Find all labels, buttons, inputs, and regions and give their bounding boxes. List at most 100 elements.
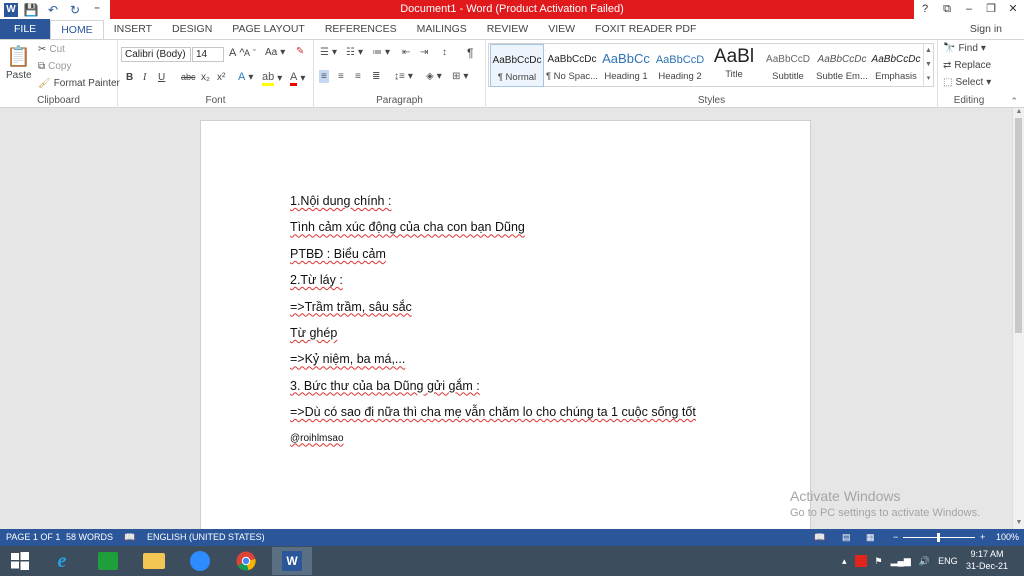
language-indicator[interactable]: ENGLISH (UNITED STATES) [147, 529, 265, 546]
font-size-dropdown[interactable]: 14 [192, 47, 224, 62]
style-heading-2[interactable]: AaBbCcD Heading 2 [653, 44, 707, 87]
style-normal[interactable]: AaBbCcDc ¶ Normal [490, 44, 544, 87]
text-effects-button[interactable]: A ▾ [238, 71, 253, 83]
cut-button[interactable]: ✂ Cut [38, 44, 65, 55]
show-hidden-icons[interactable]: ▴ [842, 556, 847, 567]
italic-button[interactable]: I [143, 72, 146, 83]
network-signal-icon[interactable]: ▂▄▆ [891, 556, 911, 567]
superscript-button[interactable]: x² [217, 72, 225, 83]
action-center-icon[interactable]: ⚑ [875, 556, 883, 567]
borders-button[interactable]: ⊞ ▾ [452, 71, 468, 82]
subscript-button[interactable]: x₂ [201, 72, 210, 83]
taskbar-zoom[interactable] [180, 547, 220, 575]
decrease-indent-button[interactable]: ⇤ [402, 47, 410, 58]
taskbar-store[interactable] [88, 547, 128, 575]
taskbar-file-explorer[interactable] [134, 547, 174, 575]
tab-home[interactable]: HOME [50, 20, 104, 39]
align-left-button[interactable]: ≡ [319, 70, 329, 83]
tab-mailings[interactable]: MAILINGS [407, 19, 477, 39]
proofing-icon[interactable]: 📖 [124, 529, 135, 546]
underline-button[interactable]: U [158, 72, 165, 83]
zoom-slider-thumb[interactable] [937, 533, 940, 542]
font-color-button[interactable]: A ▾ [290, 71, 305, 86]
sign-in-link[interactable]: Sign in [970, 19, 1002, 39]
read-mode-icon[interactable]: 📖 [814, 529, 825, 546]
minimize-button[interactable]: – [958, 0, 980, 19]
scroll-down-icon[interactable]: ▼ [1013, 519, 1024, 529]
taskbar-word[interactable]: W [272, 547, 312, 575]
tab-file[interactable]: FILE [0, 19, 51, 39]
volume-icon[interactable]: 🔊 [919, 556, 930, 567]
line-spacing-button[interactable]: ↨≡ ▾ [394, 71, 413, 82]
vertical-scrollbar[interactable]: ▲ ▼ [1012, 108, 1024, 529]
scroll-up-icon[interactable]: ▲ [1013, 108, 1024, 118]
close-button[interactable]: ✕ [1002, 0, 1024, 19]
tab-review[interactable]: REVIEW [477, 19, 538, 39]
bullets-button[interactable]: ☰ ▾ [320, 47, 337, 58]
style-emphasis[interactable]: AaBbCcDc Emphasis [869, 44, 923, 87]
copy-button[interactable]: ⧉ Copy [38, 61, 72, 72]
word-app-icon[interactable]: W [4, 2, 18, 17]
undo-icon[interactable]: ↶ [44, 2, 62, 18]
document-page[interactable]: 1.Nội dung chính : Tình cảm xúc động của… [200, 120, 811, 529]
print-layout-icon[interactable]: ▤ [842, 529, 851, 546]
taskbar-chrome[interactable] [226, 547, 266, 575]
tab-insert[interactable]: INSERT [104, 19, 162, 39]
save-icon[interactable]: 💾 [22, 2, 40, 18]
zoom-in-icon[interactable]: + [980, 529, 985, 546]
style-no-spacing[interactable]: AaBbCcDc ¶ No Spac... [545, 44, 599, 87]
increase-indent-button[interactable]: ⇥ [420, 47, 428, 58]
find-button[interactable]: 🔭 Find ▾ [943, 43, 986, 54]
tab-design[interactable]: DESIGN [162, 19, 222, 39]
sort-button[interactable]: ↕ [442, 47, 447, 58]
style-subtle-emphasis[interactable]: AaBbCcDc Subtle Em... [815, 44, 869, 87]
tab-foxit-reader-pdf[interactable]: FOXIT READER PDF [585, 19, 706, 39]
paste-button[interactable]: 📋 Paste [6, 44, 32, 81]
help-button[interactable]: ? [914, 0, 936, 19]
highlight-color-button[interactable]: ab ▾ [262, 71, 282, 86]
styles-group-label: Styles [697, 95, 726, 106]
zoom-out-icon[interactable]: − [893, 529, 898, 546]
replace-button[interactable]: ⇄ Replace [943, 60, 991, 71]
taskbar-internet-explorer[interactable]: e [42, 547, 82, 575]
align-center-button[interactable]: ≡ [338, 71, 344, 82]
grow-font-button[interactable]: A ^ [229, 47, 245, 59]
select-button[interactable]: ⬚ Select ▾ [943, 77, 991, 88]
tab-view[interactable]: VIEW [538, 19, 585, 39]
change-case-button[interactable]: Aa ▾ [265, 47, 285, 58]
numbering-button[interactable]: ☷ ▾ [346, 47, 363, 58]
style-heading-1[interactable]: AaBbCc Heading 1 [599, 44, 653, 87]
word-count[interactable]: 58 WORDS [66, 529, 113, 546]
web-layout-icon[interactable]: ▦ [866, 529, 875, 546]
show-formatting-button[interactable]: ¶ [467, 46, 473, 60]
redo-icon[interactable]: ↻ [66, 2, 84, 18]
collapse-ribbon-icon[interactable]: ⌃ [1010, 96, 1018, 107]
multilevel-list-button[interactable]: ≔ ▾ [372, 47, 390, 58]
input-language[interactable]: ENG [938, 556, 958, 566]
document-canvas[interactable]: 1.Nội dung chính : Tình cảm xúc động của… [0, 108, 1012, 529]
tab-page-layout[interactable]: PAGE LAYOUT [222, 19, 315, 39]
styles-scroll-buttons[interactable]: ▲ ▼ ▾ [923, 44, 933, 87]
shading-button[interactable]: ◈ ▾ [426, 71, 442, 82]
page-count[interactable]: PAGE 1 OF 1 [6, 529, 60, 546]
bold-button[interactable]: B [126, 72, 133, 83]
zoom-level[interactable]: 100% [996, 529, 1019, 546]
font-name-dropdown[interactable]: Calibri (Body) [121, 47, 191, 62]
format-painter-button[interactable]: 🖌 Format Painter [38, 78, 120, 89]
start-button[interactable] [0, 547, 40, 575]
customize-qat-icon[interactable]: ⁼ [88, 2, 106, 18]
scrollbar-thumb[interactable] [1015, 118, 1022, 333]
justify-button[interactable]: ≣ [372, 71, 380, 82]
shrink-font-button[interactable]: Aˇ [244, 48, 256, 58]
taskbar-clock[interactable]: 9:17 AM 31-Dec-21 [966, 548, 1008, 572]
style-title[interactable]: AaBl Title [707, 44, 761, 87]
restore-button[interactable]: ❐ [980, 0, 1002, 19]
clear-formatting-button[interactable]: ✎ [296, 46, 304, 57]
align-right-button[interactable]: ≡ [355, 71, 361, 82]
style-subtitle[interactable]: AaBbCcD Subtitle [761, 44, 815, 87]
antivirus-icon[interactable] [854, 555, 867, 567]
strikethrough-button[interactable]: abc [181, 72, 196, 82]
document-body[interactable]: 1.Nội dung chính : Tình cảm xúc động của… [290, 193, 790, 457]
ribbon-display-options-button[interactable]: ⧉ [936, 0, 958, 19]
tab-references[interactable]: REFERENCES [315, 19, 407, 39]
